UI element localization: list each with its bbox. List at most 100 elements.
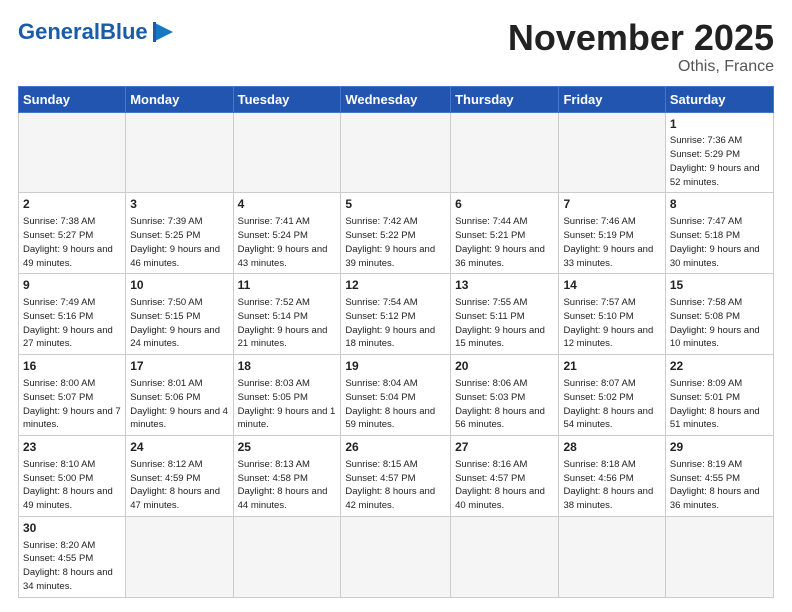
calendar-cell-1-5: 7 Sunrise: 7:46 AMSunset: 5:19 PMDaylight…: [559, 193, 665, 274]
location: Othis, France: [508, 58, 774, 76]
week-row-4: 16 Sunrise: 8:00 AMSunset: 5:07 PMDayligh…: [19, 355, 774, 436]
logo-blue: Blue: [100, 19, 148, 44]
week-row-6: 30Sunrise: 8:20 AMSunset: 4:55 PMDayligh…: [19, 516, 774, 597]
day-info: Sunrise: 8:19 AMSunset: 4:55 PMDaylight:…: [670, 458, 769, 513]
day-number: 4: [238, 196, 337, 213]
calendar-cell-1-3: 5Sunrise: 7:42 AMSunset: 5:22 PMDaylight…: [341, 193, 451, 274]
week-row-1: 1Sunrise: 7:36 AMSunset: 5:29 PMDaylight…: [19, 112, 774, 193]
day-number: 7: [563, 196, 660, 213]
calendar-cell-3-5: 21 Sunrise: 8:07 AMSunset: 5:02 PMDayligh…: [559, 355, 665, 436]
day-info: Sunrise: 7:57 AMSunset: 5:10 PMDaylight:…: [563, 296, 660, 351]
month-title: November 2025: [508, 18, 774, 58]
calendar-cell-5-0: 30Sunrise: 8:20 AMSunset: 4:55 PMDayligh…: [19, 516, 126, 597]
day-info: Sunrise: 8:04 AMSunset: 5:04 PMDaylight:…: [345, 377, 446, 432]
day-info: Sunrise: 7:58 AMSunset: 5:08 PMDaylight:…: [670, 296, 769, 351]
day-info: Sunrise: 7:49 AMSunset: 5:16 PMDaylight:…: [23, 296, 121, 351]
calendar-cell-2-3: 12Sunrise: 7:54 AMSunset: 5:12 PMDayligh…: [341, 274, 451, 355]
calendar-cell-1-2: 4 Sunrise: 7:41 AMSunset: 5:24 PMDaylight…: [233, 193, 341, 274]
logo: GeneralBlue: [18, 18, 178, 46]
col-thursday: Thursday: [451, 86, 559, 112]
day-number: 10: [130, 277, 228, 294]
calendar-cell-2-6: 15 Sunrise: 7:58 AMSunset: 5:08 PMDayligh…: [665, 274, 773, 355]
day-number: 9: [23, 277, 121, 294]
day-number: 1: [670, 116, 769, 133]
calendar-cell-3-4: 20 Sunrise: 8:06 AMSunset: 5:03 PMDayligh…: [451, 355, 559, 436]
calendar-cell-4-4: 27 Sunrise: 8:16 AMSunset: 4:57 PMDayligh…: [451, 436, 559, 517]
week-row-3: 9 Sunrise: 7:49 AMSunset: 5:16 PMDaylight…: [19, 274, 774, 355]
week-row-5: 23Sunrise: 8:10 AMSunset: 5:00 PMDayligh…: [19, 436, 774, 517]
calendar-cell-0-0: [19, 112, 126, 193]
col-tuesday: Tuesday: [233, 86, 341, 112]
day-number: 14: [563, 277, 660, 294]
day-number: 26: [345, 439, 446, 456]
day-number: 5: [345, 196, 446, 213]
day-number: 6: [455, 196, 554, 213]
calendar-cell-5-5: [559, 516, 665, 597]
logo-text: GeneralBlue: [18, 21, 148, 43]
calendar-cell-3-2: 18Sunrise: 8:03 AMSunset: 5:05 PMDayligh…: [233, 355, 341, 436]
calendar-cell-2-2: 11Sunrise: 7:52 AMSunset: 5:14 PMDayligh…: [233, 274, 341, 355]
day-info: Sunrise: 8:09 AMSunset: 5:01 PMDaylight:…: [670, 377, 769, 432]
day-number: 15: [670, 277, 769, 294]
day-info: Sunrise: 8:07 AMSunset: 5:02 PMDaylight:…: [563, 377, 660, 432]
day-number: 20: [455, 358, 554, 375]
logo-general: General: [18, 19, 100, 44]
day-info: Sunrise: 8:03 AMSunset: 5:05 PMDaylight:…: [238, 377, 337, 432]
day-info: Sunrise: 7:50 AMSunset: 5:15 PMDaylight:…: [130, 296, 228, 351]
day-number: 25: [238, 439, 337, 456]
day-info: Sunrise: 7:46 AMSunset: 5:19 PMDaylight:…: [563, 215, 660, 270]
calendar-cell-5-4: [451, 516, 559, 597]
calendar-cell-2-1: 10 Sunrise: 7:50 AMSunset: 5:15 PMDayligh…: [126, 274, 233, 355]
col-saturday: Saturday: [665, 86, 773, 112]
day-number: 17: [130, 358, 228, 375]
day-info: Sunrise: 7:44 AMSunset: 5:21 PMDaylight:…: [455, 215, 554, 270]
day-info: Sunrise: 7:55 AMSunset: 5:11 PMDaylight:…: [455, 296, 554, 351]
calendar-cell-5-2: [233, 516, 341, 597]
calendar-cell-0-2: [233, 112, 341, 193]
calendar-cell-3-1: 17 Sunrise: 8:01 AMSunset: 5:06 PMDayligh…: [126, 355, 233, 436]
day-info: Sunrise: 8:15 AMSunset: 4:57 PMDaylight:…: [345, 458, 446, 513]
day-info: Sunrise: 8:20 AMSunset: 4:55 PMDaylight:…: [23, 539, 121, 594]
day-number: 16: [23, 358, 121, 375]
calendar-cell-5-6: [665, 516, 773, 597]
day-info: Sunrise: 8:18 AMSunset: 4:56 PMDaylight:…: [563, 458, 660, 513]
calendar-cell-1-6: 8Sunrise: 7:47 AMSunset: 5:18 PMDaylight…: [665, 193, 773, 274]
day-info: Sunrise: 7:39 AMSunset: 5:25 PMDaylight:…: [130, 215, 228, 270]
header: GeneralBlue November 2025 Othis, France: [18, 18, 774, 76]
day-number: 28: [563, 439, 660, 456]
calendar-cell-0-6: 1Sunrise: 7:36 AMSunset: 5:29 PMDaylight…: [665, 112, 773, 193]
day-info: Sunrise: 8:00 AMSunset: 5:07 PMDaylight:…: [23, 377, 121, 432]
day-number: 29: [670, 439, 769, 456]
col-sunday: Sunday: [19, 86, 126, 112]
calendar-cell-4-3: 26 Sunrise: 8:15 AMSunset: 4:57 PMDayligh…: [341, 436, 451, 517]
col-wednesday: Wednesday: [341, 86, 451, 112]
day-info: Sunrise: 7:36 AMSunset: 5:29 PMDaylight:…: [670, 134, 769, 189]
calendar-cell-1-1: 3 Sunrise: 7:39 AMSunset: 5:25 PMDaylight…: [126, 193, 233, 274]
calendar-header-row: Sunday Monday Tuesday Wednesday Thursday…: [19, 86, 774, 112]
calendar-cell-4-5: 28 Sunrise: 8:18 AMSunset: 4:56 PMDayligh…: [559, 436, 665, 517]
day-info: Sunrise: 8:06 AMSunset: 5:03 PMDaylight:…: [455, 377, 554, 432]
day-number: 3: [130, 196, 228, 213]
day-number: 22: [670, 358, 769, 375]
col-friday: Friday: [559, 86, 665, 112]
day-info: Sunrise: 8:16 AMSunset: 4:57 PMDaylight:…: [455, 458, 554, 513]
calendar-cell-5-1: [126, 516, 233, 597]
day-number: 27: [455, 439, 554, 456]
logo-icon: [150, 18, 178, 46]
calendar-cell-2-4: 13 Sunrise: 7:55 AMSunset: 5:11 PMDayligh…: [451, 274, 559, 355]
day-number: 19: [345, 358, 446, 375]
calendar-cell-4-0: 23Sunrise: 8:10 AMSunset: 5:00 PMDayligh…: [19, 436, 126, 517]
day-number: 13: [455, 277, 554, 294]
day-info: Sunrise: 8:10 AMSunset: 5:00 PMDaylight:…: [23, 458, 121, 513]
day-number: 21: [563, 358, 660, 375]
day-number: 8: [670, 196, 769, 213]
day-number: 2: [23, 196, 121, 213]
title-block: November 2025 Othis, France: [508, 18, 774, 76]
day-info: Sunrise: 7:41 AMSunset: 5:24 PMDaylight:…: [238, 215, 337, 270]
day-info: Sunrise: 8:01 AMSunset: 5:06 PMDaylight:…: [130, 377, 228, 432]
calendar-cell-1-4: 6 Sunrise: 7:44 AMSunset: 5:21 PMDaylight…: [451, 193, 559, 274]
calendar-cell-3-3: 19 Sunrise: 8:04 AMSunset: 5:04 PMDayligh…: [341, 355, 451, 436]
day-number: 11: [238, 277, 337, 294]
col-monday: Monday: [126, 86, 233, 112]
day-info: Sunrise: 8:12 AMSunset: 4:59 PMDaylight:…: [130, 458, 228, 513]
